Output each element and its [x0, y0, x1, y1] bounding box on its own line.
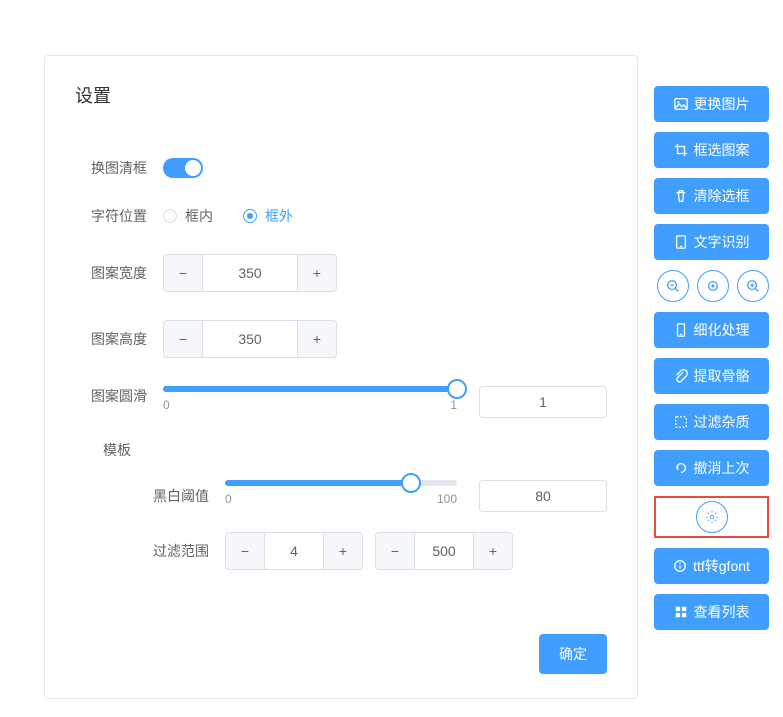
extract-skeleton-button[interactable]: 提取骨骼: [654, 358, 769, 394]
select-pattern-button[interactable]: 框选图案: [654, 132, 769, 168]
char-position-radio-group: 框内 框外: [163, 206, 293, 226]
target-icon: [706, 279, 720, 293]
grid-icon: [674, 605, 688, 619]
width-input[interactable]: [203, 254, 297, 292]
change-image-label: 更换图片: [694, 94, 750, 114]
filter-high-input[interactable]: [415, 532, 473, 570]
filter-low-input[interactable]: [265, 532, 323, 570]
thinning-label: 细化处理: [694, 320, 750, 340]
threshold-row: 黑白阈值 0 100 80: [75, 480, 607, 512]
smooth-min: 0: [163, 398, 170, 412]
filter-low-increment-button[interactable]: +: [323, 532, 363, 570]
filter-high-increment-button[interactable]: +: [473, 532, 513, 570]
threshold-slider-thumb[interactable]: [401, 473, 421, 493]
char-position-row: 字符位置 框内 框外: [75, 206, 607, 226]
crop-icon: [674, 143, 688, 157]
template-label: 模板: [103, 440, 607, 460]
smooth-row: 图案圆滑 0 1 1: [75, 386, 607, 418]
settings-highlight: [654, 496, 769, 538]
threshold-max: 100: [437, 492, 457, 506]
filter-range-row: 过滤范围 − + − +: [75, 532, 607, 570]
smooth-label: 图案圆滑: [75, 386, 147, 406]
filter-icon: [674, 415, 688, 429]
side-toolbar: 更换图片 框选图案 清除选框 文字识别 细化处理 提取骨骼 过滤杂质 撤消上次: [654, 86, 769, 630]
zoom-in-icon: [746, 279, 760, 293]
width-decrement-button[interactable]: −: [163, 254, 203, 292]
pattern-height-label: 图案高度: [75, 329, 147, 349]
smooth-max: 1: [450, 398, 457, 412]
filter-noise-button[interactable]: 过滤杂质: [654, 404, 769, 440]
undo-icon: [674, 461, 688, 475]
height-decrement-button[interactable]: −: [163, 320, 203, 358]
undo-button[interactable]: 撤消上次: [654, 450, 769, 486]
image-icon: [674, 97, 688, 111]
confirm-button[interactable]: 确定: [539, 634, 607, 674]
text-recognition-label: 文字识别: [694, 232, 750, 252]
undo-label: 撤消上次: [694, 458, 750, 478]
radio-inside-label: 框内: [185, 206, 213, 226]
filter-range-label: 过滤范围: [75, 541, 209, 561]
select-pattern-label: 框选图案: [694, 140, 750, 160]
extract-skeleton-label: 提取骨骼: [694, 366, 750, 386]
device-icon: [674, 323, 688, 337]
smooth-slider[interactable]: [163, 386, 457, 392]
filter-low-decrement-button[interactable]: −: [225, 532, 265, 570]
smooth-value: 1: [479, 386, 607, 418]
radio-inside[interactable]: 框内: [163, 206, 213, 226]
threshold-slider-fill: [225, 480, 411, 486]
pattern-width-row: 图案宽度 − +: [75, 254, 607, 292]
zoom-out-icon: [666, 279, 680, 293]
zoom-in-button[interactable]: [737, 270, 769, 302]
view-list-label: 查看列表: [694, 602, 750, 622]
char-position-label: 字符位置: [75, 206, 147, 226]
pattern-width-stepper: − +: [163, 254, 337, 292]
threshold-slider[interactable]: [225, 480, 457, 486]
settings-panel: 设置 换图清框 字符位置 框内 框外 图案宽度 − + 图案高度 −: [44, 55, 638, 699]
pattern-height-row: 图案高度 − +: [75, 320, 607, 358]
radio-outside-label: 框外: [265, 206, 293, 226]
threshold-ticks: 0 100: [225, 492, 457, 506]
filter-high-decrement-button[interactable]: −: [375, 532, 415, 570]
threshold-label: 黑白阈值: [75, 480, 209, 506]
radio-circle-icon: [243, 209, 257, 223]
threshold-value: 80: [479, 480, 607, 512]
height-increment-button[interactable]: +: [297, 320, 337, 358]
smooth-ticks: 0 1: [163, 398, 457, 412]
filter-low-stepper: − +: [225, 532, 363, 570]
view-list-button[interactable]: 查看列表: [654, 594, 769, 630]
clear-selection-label: 清除选框: [694, 186, 750, 206]
ttf-convert-label: ttf转gfont: [693, 556, 750, 576]
smooth-slider-thumb[interactable]: [447, 379, 467, 399]
height-input[interactable]: [203, 320, 297, 358]
tablet-icon: [674, 235, 688, 249]
settings-button[interactable]: [696, 501, 728, 533]
clear-frame-label: 换图清框: [75, 158, 147, 178]
clear-frame-toggle[interactable]: [163, 158, 203, 178]
threshold-slider-wrap: 0 100: [225, 480, 457, 506]
smooth-slider-fill: [163, 386, 457, 392]
smooth-slider-wrap: 0 1: [163, 386, 457, 412]
info-icon: [673, 559, 687, 573]
zoom-out-button[interactable]: [657, 270, 689, 302]
pattern-height-stepper: − +: [163, 320, 337, 358]
threshold-min: 0: [225, 492, 232, 506]
radio-circle-icon: [163, 209, 177, 223]
attachment-icon: [674, 369, 688, 383]
change-image-button[interactable]: 更换图片: [654, 86, 769, 122]
zoom-reset-button[interactable]: [697, 270, 729, 302]
thinning-button[interactable]: 细化处理: [654, 312, 769, 348]
clear-frame-row: 换图清框: [75, 158, 607, 178]
text-recognition-button[interactable]: 文字识别: [654, 224, 769, 260]
ttf-convert-button[interactable]: ttf转gfont: [654, 548, 769, 584]
radio-outside[interactable]: 框外: [243, 206, 293, 226]
filter-high-stepper: − +: [375, 532, 513, 570]
zoom-controls: [654, 270, 769, 302]
pattern-width-label: 图案宽度: [75, 263, 147, 283]
trash-icon: [674, 189, 688, 203]
filter-noise-label: 过滤杂质: [694, 412, 750, 432]
panel-title: 设置: [75, 82, 607, 108]
clear-selection-button[interactable]: 清除选框: [654, 178, 769, 214]
width-increment-button[interactable]: +: [297, 254, 337, 292]
gear-icon: [705, 510, 719, 524]
